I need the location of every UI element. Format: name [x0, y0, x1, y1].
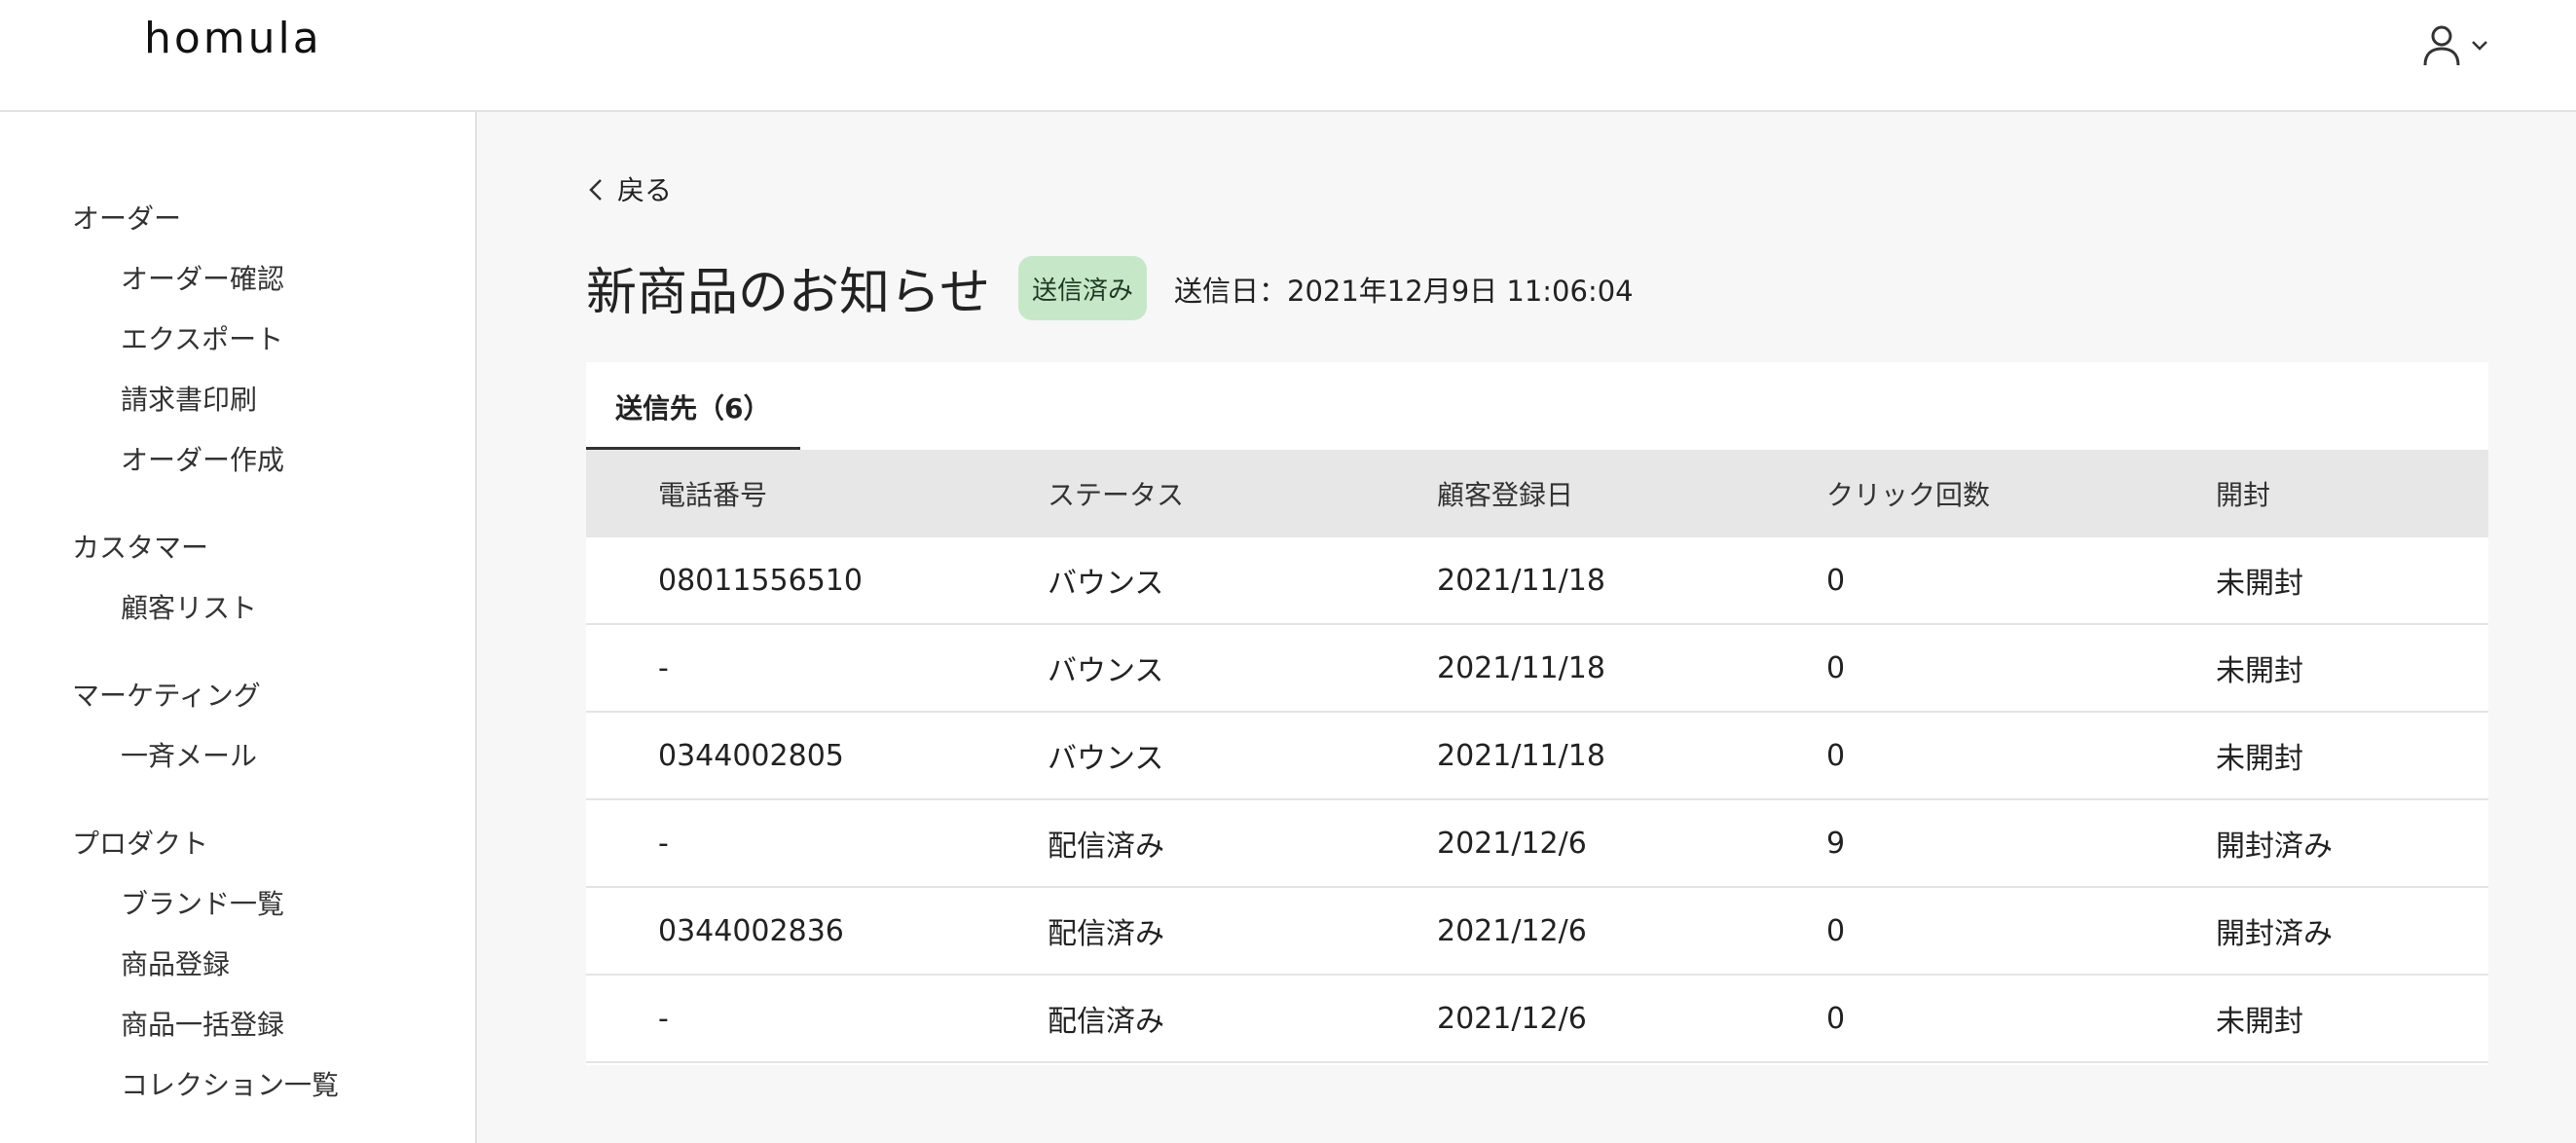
cell-clicks: 9: [1826, 826, 1846, 861]
user-menu-button[interactable]: [2422, 21, 2500, 70]
logo[interactable]: homula: [144, 14, 322, 63]
cell-registered: 2021/12/6: [1437, 913, 1587, 948]
column-header-phone[interactable]: 電話番号: [658, 450, 767, 537]
table-header: 電話番号 ステータス 顧客登録日 クリック回数 開封: [586, 450, 2488, 537]
cell-clicks: 0: [1826, 650, 1846, 685]
status-badge: 送信済み: [1018, 256, 1147, 320]
tab-recipients[interactable]: 送信先（6）: [586, 362, 800, 450]
cell-opened: 未開封: [2216, 654, 2303, 688]
sidebar-item-product-register[interactable]: 商品登録: [121, 943, 230, 982]
sidebar-item-invoice-print[interactable]: 請求書印刷: [121, 379, 257, 418]
chevron-left-icon: [588, 167, 617, 209]
tab-recipients-label: 送信先（6）: [615, 392, 771, 424]
sidebar-group-marketing: マーケティング: [72, 680, 261, 712]
cell-status: バウンス: [1048, 567, 1164, 601]
cell-status: 配信済み: [1048, 830, 1164, 864]
cell-opened: 未開封: [2216, 1005, 2303, 1039]
sidebar-item-bulk-mail[interactable]: 一斉メール: [121, 735, 257, 774]
table-row[interactable]: - 配信済み 2021/12/6 9 開封済み: [586, 800, 2488, 888]
sidebar-group-product: プロダクト: [72, 828, 209, 860]
user-icon: [2422, 24, 2461, 67]
table-row[interactable]: 08011556510 バウンス 2021/11/18 0 未開封: [586, 537, 2488, 625]
column-header-status[interactable]: ステータス: [1048, 450, 1184, 537]
cell-registered: 2021/11/18: [1437, 650, 1605, 685]
cell-phone: -: [658, 650, 669, 685]
recipients-table: 電話番号 ステータス 顧客登録日 クリック回数 開封 08011556510 バ…: [586, 450, 2488, 1063]
cell-clicks: 0: [1826, 913, 1846, 948]
cell-opened: 未開封: [2216, 567, 2303, 601]
cell-status: バウンス: [1048, 742, 1164, 776]
cell-phone: 0344002805: [658, 738, 844, 773]
sidebar-item-brand-list[interactable]: ブランド一覧: [121, 883, 284, 922]
column-header-clicks[interactable]: クリック回数: [1826, 450, 1990, 537]
cell-opened: 未開封: [2216, 742, 2303, 776]
sidebar-item-product-bulk-register[interactable]: 商品一括登録: [121, 1004, 284, 1043]
sidebar-group-order: オーダー: [72, 203, 182, 235]
cell-phone: -: [658, 826, 669, 861]
cell-registered: 2021/12/6: [1437, 826, 1587, 861]
cell-status: バウンス: [1048, 654, 1164, 688]
page-title: 新商品のお知らせ: [586, 264, 990, 322]
cell-registered: 2021/11/18: [1437, 563, 1605, 598]
cell-clicks: 0: [1826, 1001, 1846, 1036]
column-header-opened[interactable]: 開封: [2216, 450, 2270, 537]
cell-phone: -: [658, 1001, 669, 1036]
table-row[interactable]: 0344002805 バウンス 2021/11/18 0 未開封: [586, 713, 2488, 800]
cell-status: 配信済み: [1048, 917, 1164, 951]
back-label: 戻る: [617, 173, 673, 206]
cell-registered: 2021/11/18: [1437, 738, 1605, 773]
cell-status: 配信済み: [1048, 1005, 1164, 1039]
table-row[interactable]: - バウンス 2021/11/18 0 未開封: [586, 625, 2488, 713]
sidebar-item-export[interactable]: エクスポート: [121, 318, 283, 357]
sidebar-group-customer: カスタマー: [72, 532, 209, 564]
back-link[interactable]: 戻る: [588, 167, 672, 209]
table-row[interactable]: - 配信済み 2021/12/6 0 未開封: [586, 976, 2488, 1063]
sidebar-item-order-create[interactable]: オーダー作成: [121, 439, 284, 478]
cell-clicks: 0: [1826, 563, 1846, 598]
cell-phone: 08011556510: [658, 563, 863, 598]
sidebar-item-collection-list[interactable]: コレクション一覧: [121, 1064, 339, 1103]
sent-date: 送信日：2021年12月9日 11:06:04: [1174, 275, 1634, 308]
cell-opened: 開封済み: [2216, 917, 2333, 951]
sidebar-item-order-confirm[interactable]: オーダー確認: [121, 258, 284, 297]
sidebar-item-customer-list[interactable]: 顧客リスト: [121, 587, 257, 626]
recipients-panel: 送信先（6） 電話番号 ステータス 顧客登録日 クリック回数 開封 080115…: [586, 362, 2488, 1065]
cell-clicks: 0: [1826, 738, 1846, 773]
sidebar: オーダー オーダー確認 エクスポート 請求書印刷 オーダー作成 カスタマー 顧客…: [0, 112, 477, 1143]
top-header: homula: [0, 0, 2576, 112]
table-row[interactable]: 0344002836 配信済み 2021/12/6 0 開封済み: [586, 888, 2488, 976]
cell-phone: 0344002836: [658, 913, 844, 948]
chevron-down-icon: [2471, 40, 2488, 52]
cell-registered: 2021/12/6: [1437, 1001, 1587, 1036]
cell-opened: 開封済み: [2216, 830, 2333, 864]
column-header-registered[interactable]: 顧客登録日: [1437, 450, 1573, 537]
